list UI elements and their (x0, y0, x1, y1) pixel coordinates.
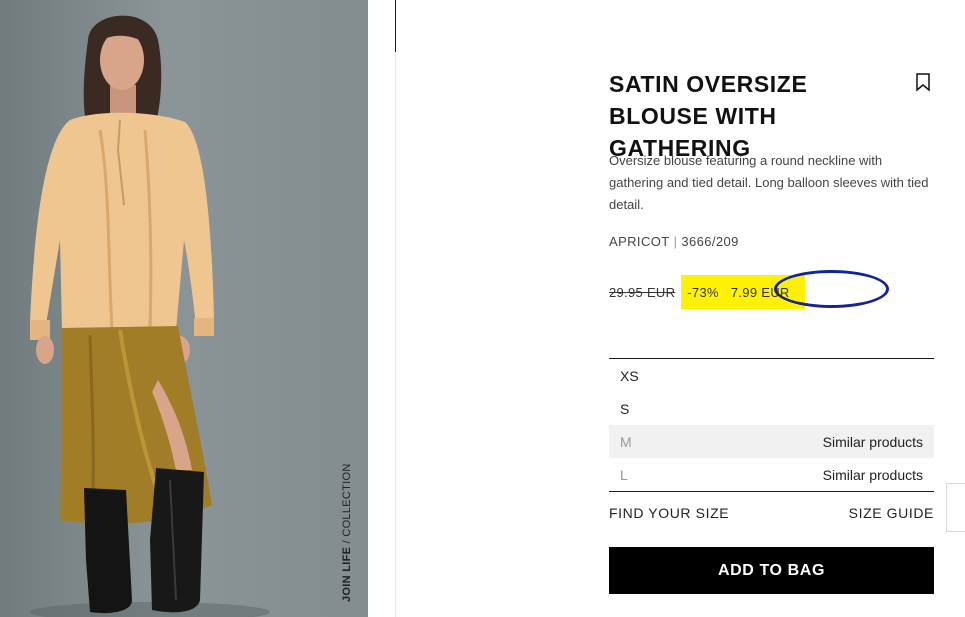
size-label: S (620, 400, 630, 417)
bookmark-icon (916, 73, 930, 92)
side-panel-tab[interactable] (946, 483, 965, 532)
size-help-links: FIND YOUR SIZE SIZE GUIDE (609, 505, 934, 521)
annotation-circle (774, 270, 890, 308)
collection-caption-bold: JOIN LIFE (341, 546, 353, 602)
price-row: 29.95 EUR -73% 7.99 EUR (609, 270, 890, 309)
size-option-l[interactable]: L Similar products (609, 458, 934, 491)
find-your-size-link[interactable]: FIND YOUR SIZE (609, 505, 729, 521)
size-guide-link[interactable]: SIZE GUIDE (849, 505, 934, 521)
scroll-indicator (395, 0, 396, 52)
product-image[interactable]: JOIN LIFE / COLLECTION (0, 0, 368, 617)
discount-badge: -73% (687, 284, 719, 300)
similar-products-link[interactable]: Similar products (823, 434, 923, 450)
collection-caption-rest: / COLLECTION (341, 463, 353, 547)
model-illustration (30, 15, 270, 617)
reference-separator: | (673, 234, 678, 249)
collection-caption: JOIN LIFE / COLLECTION (341, 463, 353, 602)
size-label: M (620, 433, 632, 450)
size-selector: XS S M Similar products L Similar produc… (609, 358, 934, 492)
product-info-panel: SATIN OVERSIZE BLOUSE WITH GATHERING Ove… (609, 0, 934, 617)
size-label: XS (620, 367, 639, 384)
size-label: L (620, 466, 628, 483)
product-color: APRICOT (609, 234, 670, 249)
size-option-m[interactable]: M Similar products (609, 425, 934, 458)
product-description: Oversize blouse featuring a round neckli… (609, 153, 929, 212)
old-price: 29.95 EUR (609, 284, 676, 300)
size-option-xs[interactable]: XS (609, 359, 934, 392)
product-reference: APRICOT | 3666/209 (609, 234, 739, 249)
add-to-bag-button[interactable]: ADD TO BAG (609, 547, 934, 594)
sale-price-highlight: -73% 7.99 EUR (681, 270, 890, 309)
similar-products-link[interactable]: Similar products (823, 467, 923, 483)
bookmark-button[interactable] (914, 72, 932, 92)
column-divider (395, 0, 396, 617)
product-ref-number: 3666/209 (681, 234, 739, 249)
size-option-s[interactable]: S (609, 392, 934, 425)
